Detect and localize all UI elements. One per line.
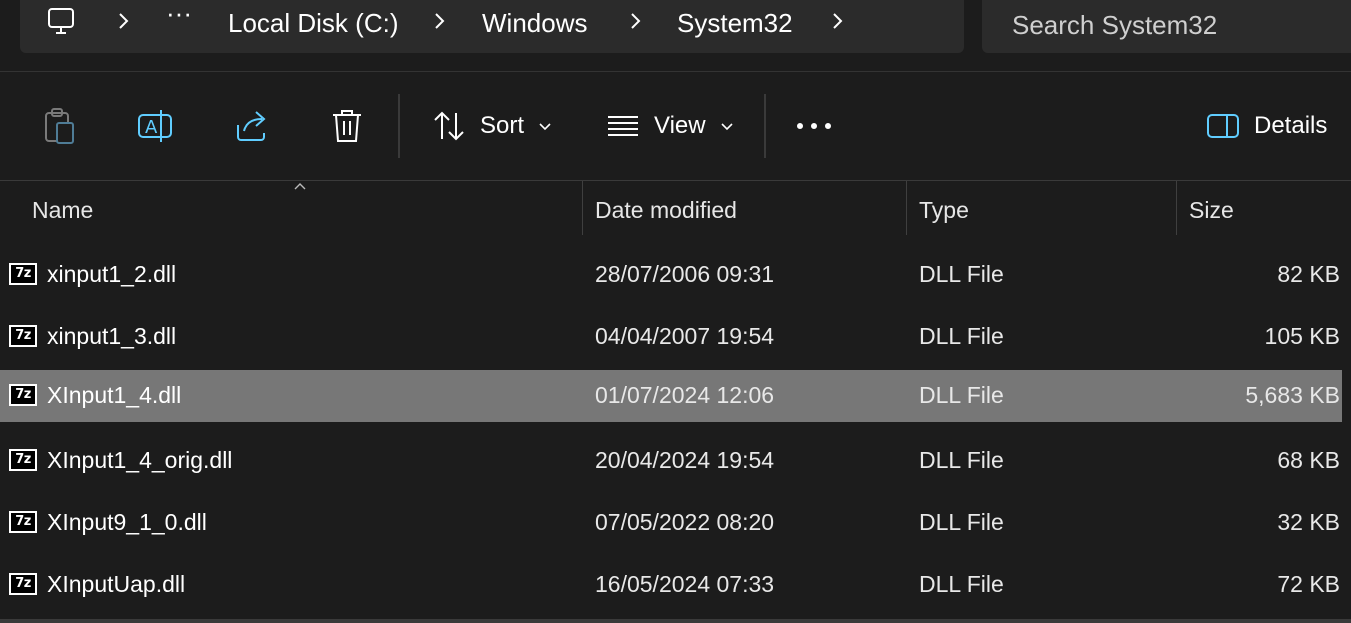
column-header-name[interactable]: Name (32, 197, 93, 224)
file-date: 07/05/2022 08:20 (595, 509, 775, 535)
file-name: xinput1_2.dll (47, 261, 177, 287)
file-size: 68 KB (1277, 447, 1340, 473)
file-type: DLL File (919, 382, 1004, 408)
chevron-right-icon[interactable] (826, 10, 848, 32)
column-resize-handle[interactable] (582, 181, 583, 235)
breadcrumb-item-system32[interactable]: System32 (677, 8, 793, 39)
column-resize-handle[interactable] (1176, 181, 1177, 235)
7z-file-icon: 7z (9, 384, 37, 406)
more-options-button[interactable] (796, 72, 832, 180)
column-header-size[interactable]: Size (1189, 197, 1234, 224)
svg-text:A: A (145, 117, 158, 138)
address-bar: ··· Local Disk (C:) Windows System32 (0, 0, 1351, 72)
more-icon (797, 123, 831, 129)
file-name: XInput9_1_0.dll (47, 509, 207, 535)
file-size: 72 KB (1277, 571, 1340, 597)
chevron-down-icon (539, 123, 551, 131)
file-name: XInput1_4_orig.dll (47, 447, 233, 473)
breadcrumb-overflow[interactable]: ··· (166, 0, 192, 29)
7z-file-icon: 7z (9, 325, 37, 347)
column-header-row: Name Date modified Type Size (0, 181, 1351, 235)
details-pane-button[interactable]: Details (1206, 72, 1327, 180)
chevron-right-icon[interactable] (428, 10, 450, 32)
file-type: DLL File (919, 323, 1004, 349)
file-size: 32 KB (1277, 509, 1340, 535)
toolbar-separator (398, 94, 400, 158)
file-row[interactable]: 7z XInput1_4_orig.dll 20/04/2024 19:54 D… (0, 435, 1342, 487)
details-label: Details (1254, 112, 1328, 139)
file-size: 105 KB (1264, 323, 1340, 349)
delete-button[interactable] (330, 72, 364, 180)
file-type: DLL File (919, 261, 1004, 287)
breadcrumb[interactable]: ··· Local Disk (C:) Windows System32 (20, 0, 964, 53)
file-name: XInputUap.dll (47, 571, 186, 597)
share-icon (237, 111, 266, 141)
column-header-type[interactable]: Type (919, 197, 969, 224)
horizontal-scrollbar[interactable] (0, 619, 1351, 623)
7z-file-icon: 7z (9, 573, 37, 595)
file-type: DLL File (919, 571, 1004, 597)
toolbar-separator (764, 94, 766, 158)
search-input[interactable] (1010, 8, 1344, 42)
view-button[interactable]: View (606, 72, 734, 180)
chevron-down-icon (721, 123, 733, 131)
file-type: DLL File (919, 509, 1004, 535)
paste-icon (45, 108, 74, 144)
chevron-right-icon[interactable] (624, 10, 646, 32)
rename-icon: A (138, 110, 172, 142)
view-label: View (654, 112, 706, 139)
file-date: 16/05/2024 07:33 (595, 571, 775, 597)
details-pane-icon (1207, 114, 1239, 138)
chevron-right-icon[interactable] (112, 10, 134, 32)
file-row[interactable]: 7z XInputUap.dll 16/05/2024 07:33 DLL Fi… (0, 559, 1342, 611)
column-header-date-modified[interactable]: Date modified (595, 197, 737, 224)
breadcrumb-item-local-disk[interactable]: Local Disk (C:) (228, 8, 398, 39)
7z-file-icon: 7z (9, 449, 37, 471)
this-pc-icon[interactable] (46, 6, 76, 36)
file-date: 28/07/2006 09:31 (595, 261, 775, 287)
view-list-icon (608, 116, 638, 136)
rename-button[interactable]: A (136, 72, 174, 180)
file-name: XInput1_4.dll (47, 382, 182, 408)
breadcrumb-item-windows[interactable]: Windows (482, 8, 587, 39)
share-button[interactable] (232, 72, 270, 180)
7z-file-icon: 7z (9, 511, 37, 533)
file-name: xinput1_3.dll (47, 323, 177, 349)
file-row-selected[interactable]: 7z XInput1_4.dll 01/07/2024 12:06 DLL Fi… (0, 370, 1342, 422)
trash-icon (333, 110, 361, 142)
sort-icon (434, 111, 464, 141)
file-row[interactable]: 7z xinput1_3.dll 04/04/2007 19:54 DLL Fi… (0, 311, 1342, 363)
sort-ascending-indicator-icon (294, 183, 306, 190)
sort-label: Sort (480, 112, 525, 139)
search-box[interactable] (982, 0, 1351, 53)
column-resize-handle[interactable] (906, 181, 907, 235)
file-size: 82 KB (1277, 261, 1340, 287)
file-row[interactable]: 7z XInput9_1_0.dll 07/05/2022 08:20 DLL … (0, 497, 1342, 549)
paste-button[interactable] (42, 72, 76, 180)
file-date: 04/04/2007 19:54 (595, 323, 775, 349)
file-row[interactable]: 7z xinput1_2.dll 28/07/2006 09:31 DLL Fi… (0, 249, 1342, 301)
sort-button[interactable]: Sort (432, 72, 552, 180)
file-type: DLL File (919, 447, 1004, 473)
command-bar: A Sort View Details (0, 72, 1351, 181)
file-date: 20/04/2024 19:54 (595, 447, 775, 473)
file-size: 5,683 KB (1245, 382, 1340, 408)
file-date: 01/07/2024 12:06 (595, 382, 775, 408)
7z-file-icon: 7z (9, 263, 37, 285)
